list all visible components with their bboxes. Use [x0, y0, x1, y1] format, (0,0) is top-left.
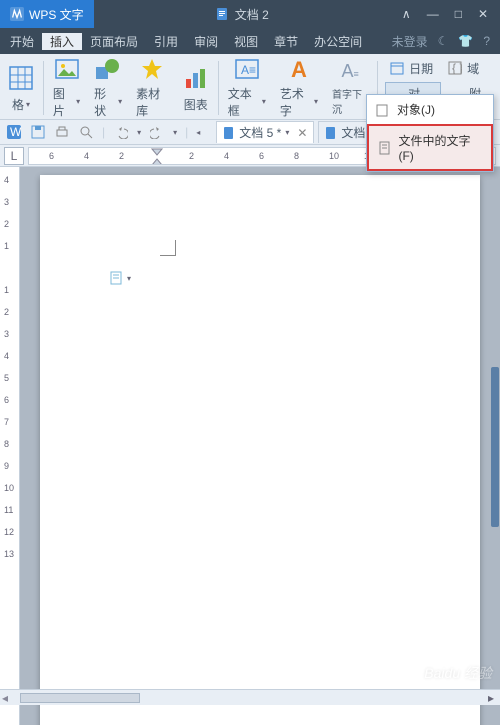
calendar-icon [389, 60, 405, 76]
chevron-down-icon: ▾ [262, 97, 266, 106]
chevron-down-icon: ▾ [76, 97, 80, 106]
indent-marker-icon[interactable] [151, 148, 163, 165]
doc-icon [325, 127, 337, 139]
window-buttons: ∧ — □ ✕ [390, 7, 500, 21]
field-icon: { } [447, 60, 463, 76]
menu-insert[interactable]: 插入 [42, 33, 82, 50]
skin-icon[interactable]: 👕 [458, 34, 473, 48]
chevron-down-icon[interactable]: ▾ [173, 128, 177, 137]
chart-icon [183, 65, 209, 91]
ribbon-clipart[interactable]: 素材库 [130, 58, 175, 118]
doc-title-area: 文档 2 [94, 6, 390, 23]
sync-icon[interactable]: ☾ [438, 34, 449, 48]
chevron-down-icon: ▾ [26, 100, 30, 109]
print-icon[interactable] [54, 124, 70, 140]
ribbon-chart[interactable]: 图表 [177, 58, 215, 118]
hscroll-thumb[interactable] [20, 693, 140, 703]
chevron-down-icon: ▾ [127, 274, 131, 283]
table-icon [8, 65, 34, 91]
minimize-button[interactable]: — [427, 7, 439, 21]
menu-chapters[interactable]: 章节 [266, 33, 306, 50]
menu-right: 未登录 ☾ 👕 ? [392, 33, 498, 50]
paragraph-mark: ▾ [110, 271, 131, 285]
svg-text:A≡: A≡ [241, 63, 256, 77]
tab-doc2[interactable]: 文档 [318, 121, 372, 143]
ribbon-picture[interactable]: 图片▾ [47, 58, 86, 118]
work-area: 4 3 2 1 1 2 3 4 5 6 7 8 9 10 11 12 13 ▾ [0, 167, 500, 725]
textbox-icon: A≡ [234, 57, 260, 83]
maximize-button[interactable]: □ [455, 7, 462, 21]
svg-text:{ }: { } [452, 61, 462, 75]
menu-view[interactable]: 视图 [226, 33, 266, 50]
app-menu-icon[interactable]: W [6, 124, 22, 140]
close-button[interactable]: ✕ [478, 7, 488, 21]
chevron-down-icon: ▾ [314, 97, 318, 106]
close-tab-icon[interactable]: ✕ [297, 126, 307, 140]
undo-icon[interactable] [113, 124, 129, 140]
tabstop-selector[interactable]: L [4, 147, 24, 165]
ribbon-textbox[interactable]: A≡ 文本框▾ [222, 58, 272, 118]
dropdown-object[interactable]: 对象(J) [367, 95, 493, 124]
app-name: WPS 文字 [29, 6, 84, 23]
ribbon-date[interactable]: 日期 [385, 58, 437, 79]
menu-bar: 开始 插入 页面布局 引用 审阅 视图 章节 办公空间 未登录 ☾ 👕 ? [0, 28, 500, 54]
separator [218, 61, 219, 115]
ribbon-table[interactable]: 格▾ [2, 58, 40, 118]
shapes-icon [94, 57, 122, 83]
title-bar: WPS 文字 文档 2 ∧ — □ ✕ [0, 0, 500, 28]
page-icon [110, 271, 124, 285]
file-text-icon [377, 140, 392, 156]
redo-icon[interactable] [149, 124, 165, 140]
scroll-right-icon[interactable]: ▸ [484, 691, 498, 705]
dropcap-icon: A≡ [341, 61, 358, 82]
menu-references[interactable]: 引用 [146, 33, 186, 50]
object-icon [375, 102, 391, 118]
chevron-down-icon: ▾ [118, 97, 122, 106]
document-tabs: 文档 5 * ▾ ✕ 文档 [216, 121, 372, 143]
ribbon-toggle-button[interactable]: ∧ [402, 7, 411, 21]
scroll-left-icon[interactable]: ◂ [2, 691, 8, 705]
chevron-down-icon[interactable]: ▾ [285, 128, 289, 137]
picture-icon [54, 57, 80, 83]
save-icon[interactable] [30, 124, 46, 140]
vertical-scrollbar-thumb[interactable] [491, 367, 499, 527]
watermark: Baidu 经验 [424, 663, 492, 683]
doc-icon [223, 127, 235, 139]
wps-logo-icon [10, 7, 24, 21]
menu-start[interactable]: 开始 [2, 33, 42, 50]
nav-left-icon[interactable]: ◂ [196, 128, 200, 137]
dropdown-text-from-file[interactable]: 文件中的文字(F) [367, 124, 493, 171]
doc-title: 文档 2 [235, 6, 269, 23]
ribbon-shapes[interactable]: 形状▾ [88, 58, 128, 118]
login-status[interactable]: 未登录 [392, 33, 428, 50]
menu-office-space[interactable]: 办公空间 [306, 33, 370, 50]
object-dropdown: 对象(J) 文件中的文字(F) [366, 94, 494, 172]
doc-icon [215, 7, 229, 21]
menu-review[interactable]: 审阅 [186, 33, 226, 50]
help-icon[interactable]: ? [483, 34, 490, 48]
document-canvas[interactable]: ▾ [20, 167, 500, 725]
tab-doc5[interactable]: 文档 5 * ▾ ✕ [216, 121, 314, 143]
page[interactable]: ▾ [40, 175, 480, 725]
star-icon [139, 57, 165, 83]
margin-mark-icon [160, 240, 176, 256]
separator [43, 61, 44, 115]
print-preview-icon[interactable] [78, 124, 94, 140]
svg-text:W: W [10, 125, 21, 139]
app-badge: WPS 文字 [0, 0, 94, 28]
horizontal-scrollbar[interactable]: ◂ ▸ [0, 689, 500, 705]
wordart-icon: A [291, 57, 307, 83]
ribbon-wordart[interactable]: A 艺术字▾ [274, 58, 324, 118]
menu-page-layout[interactable]: 页面布局 [82, 33, 146, 50]
vertical-ruler[interactable]: 4 3 2 1 1 2 3 4 5 6 7 8 9 10 11 12 13 [0, 167, 20, 725]
chevron-down-icon[interactable]: ▾ [137, 128, 141, 137]
ribbon-field[interactable]: { } 域 [443, 58, 483, 79]
